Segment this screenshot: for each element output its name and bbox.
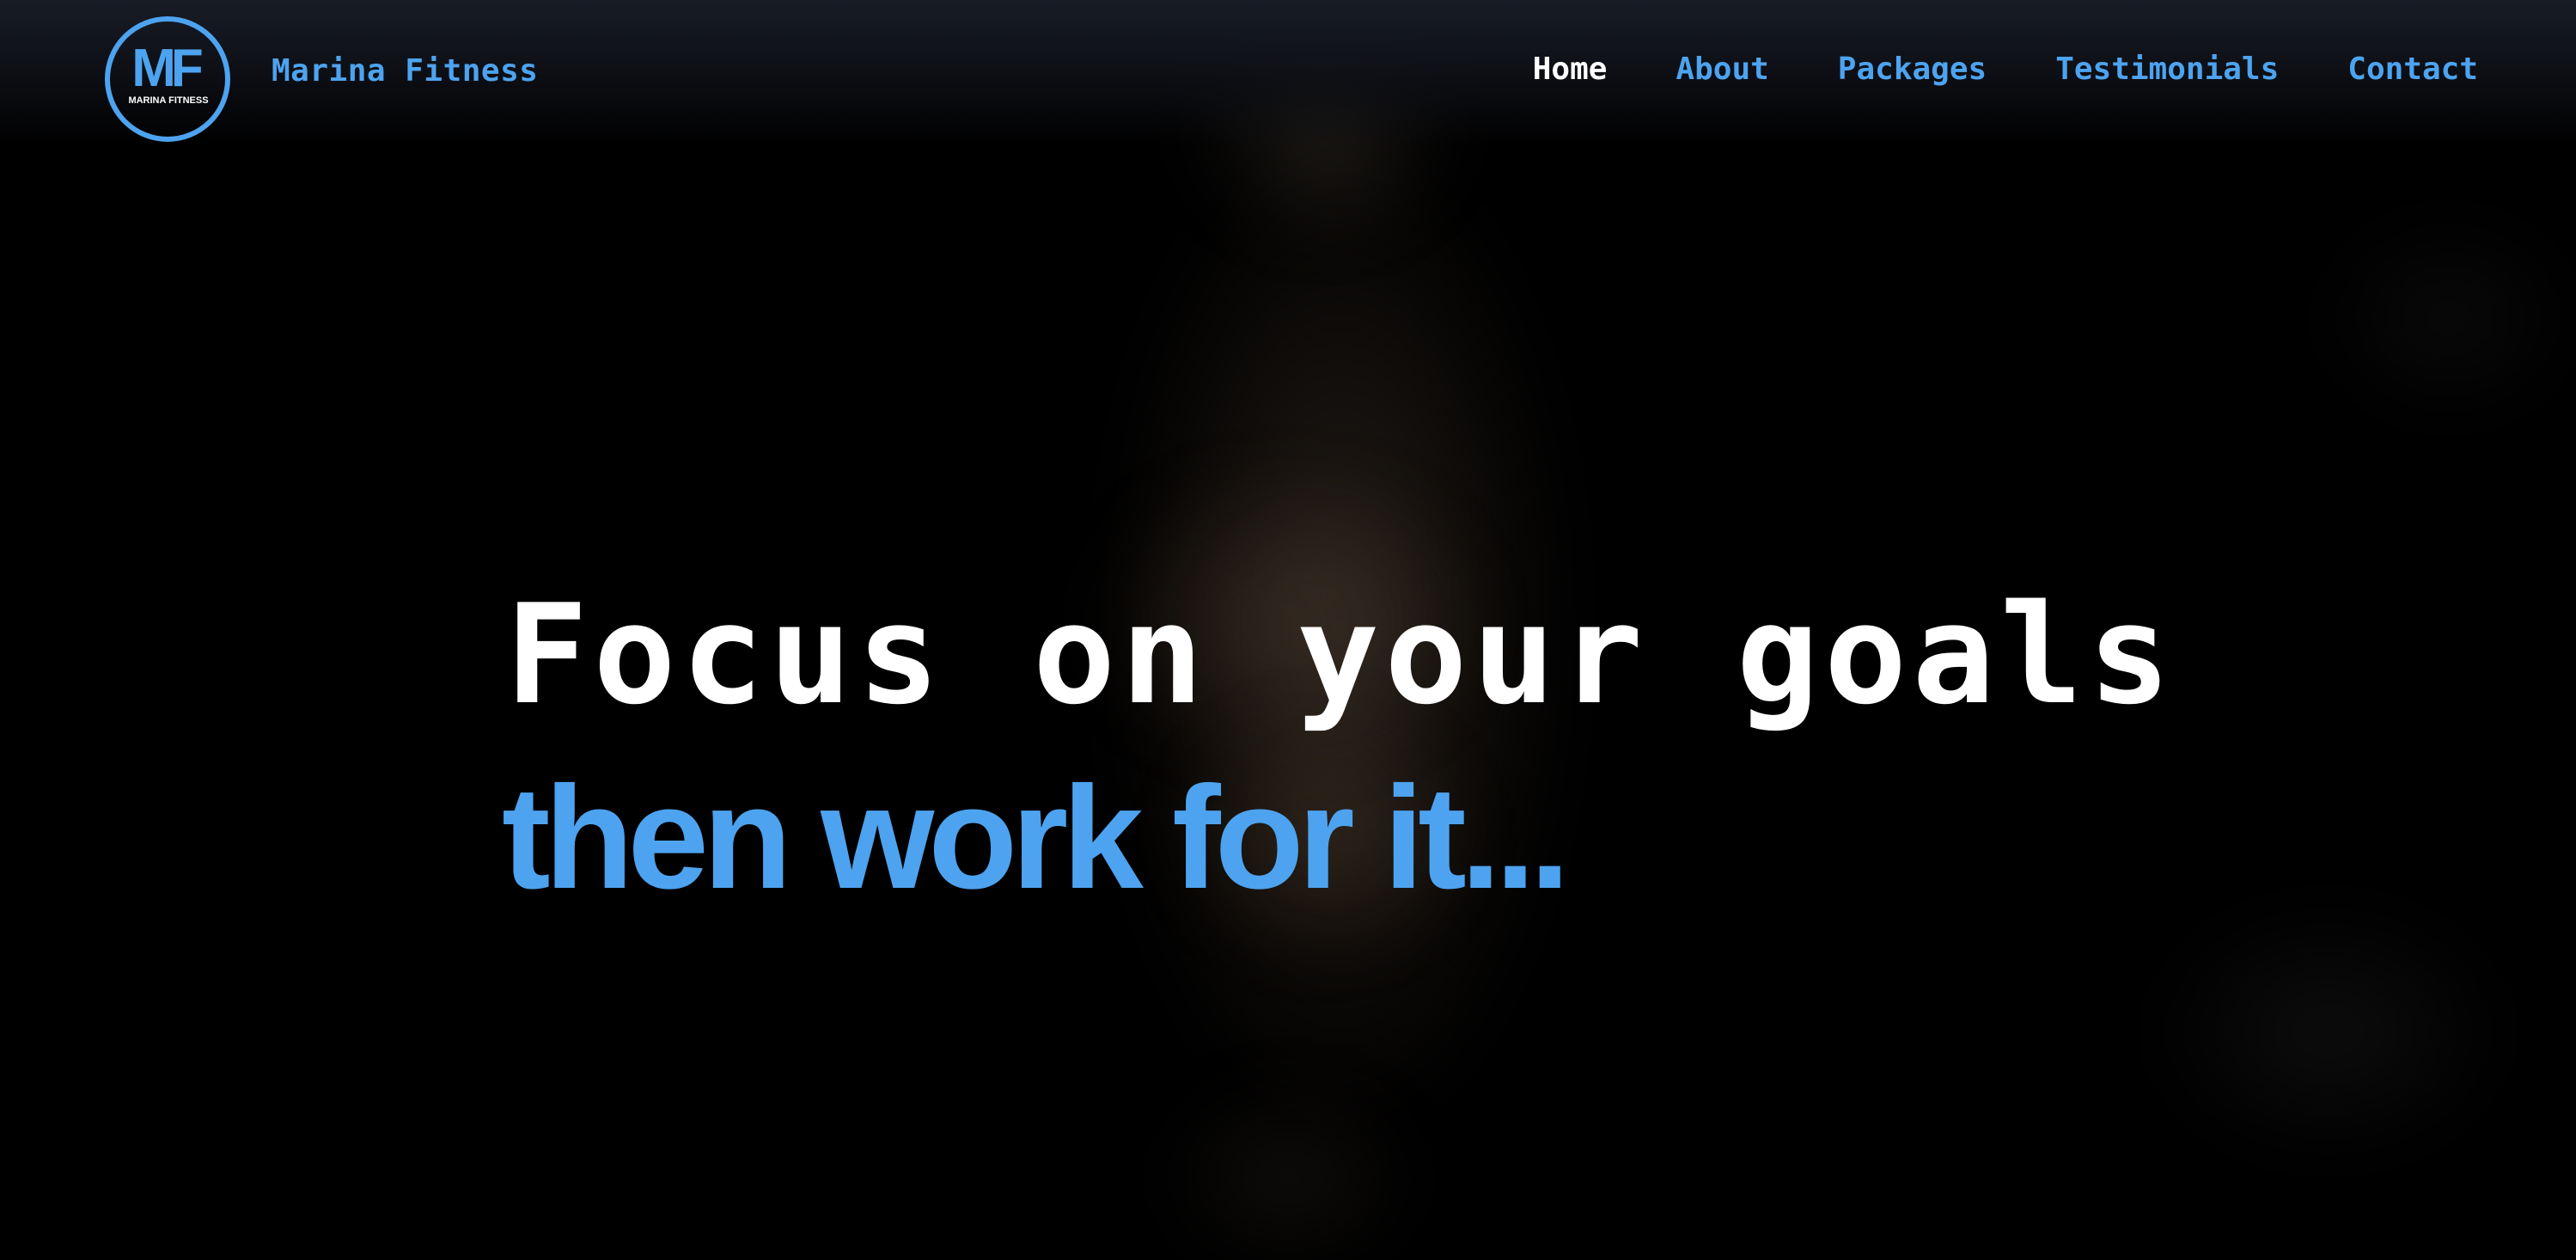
navbar: MF MARINA FITNESS Marina Fitness Home Ab… (0, 0, 2576, 146)
page: MF MARINA FITNESS Marina Fitness Home Ab… (0, 0, 2576, 1260)
svg-text:MARINA FITNESS: MARINA FITNESS (128, 95, 208, 106)
nav-item-testimonials: Testimonials (2055, 52, 2279, 87)
nav-item-home: Home (1533, 52, 1608, 87)
mf-logo-icon: MF MARINA FITNESS (128, 39, 208, 106)
nav-item-packages: Packages (1838, 52, 1987, 87)
nav-link-about[interactable]: About (1676, 52, 1768, 87)
nav-list: Home About Packages Testimonials Contact (1533, 52, 2478, 87)
logo-link[interactable]: MF MARINA FITNESS (105, 16, 230, 142)
nav-link-packages[interactable]: Packages (1838, 52, 1987, 87)
nav-link-contact[interactable]: Contact (2347, 52, 2478, 87)
nav-item-about: About (1676, 52, 1768, 87)
nav-link-testimonials[interactable]: Testimonials (2055, 52, 2279, 87)
hero-headline: Focus on your goals (505, 574, 2176, 735)
hero-subline: then work for it... (502, 756, 1570, 920)
nav-link-home[interactable]: Home (1533, 52, 1608, 87)
brand-name[interactable]: Marina Fitness (272, 53, 538, 89)
nav-item-contact: Contact (2347, 52, 2478, 87)
svg-text:MF: MF (131, 39, 202, 98)
